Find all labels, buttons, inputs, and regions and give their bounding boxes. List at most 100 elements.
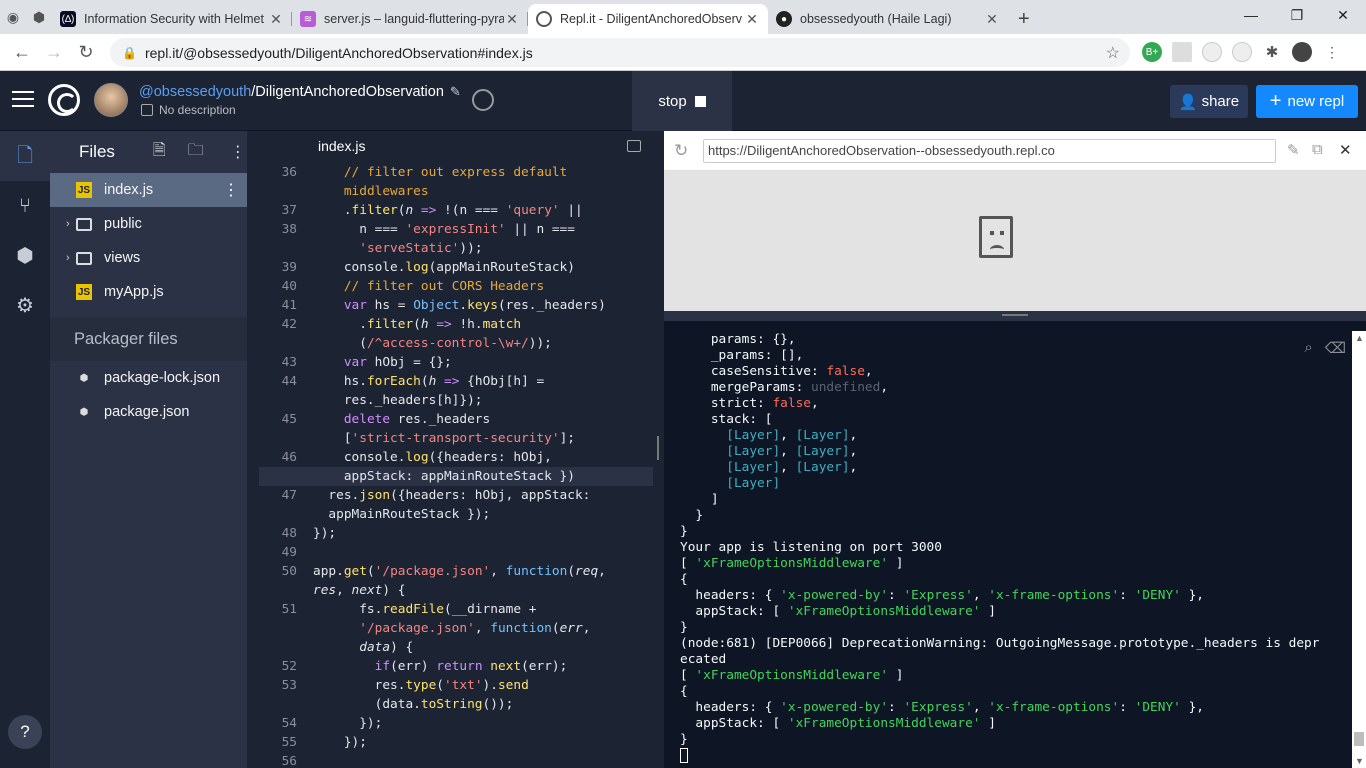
package-icon: ⬢	[79, 406, 89, 418]
user-link[interactable]: @obsessedyouth	[139, 84, 251, 100]
pencil-icon[interactable]: ✎	[450, 84, 461, 99]
webview-canvas[interactable]	[664, 171, 1366, 311]
back-icon[interactable]: ←	[6, 42, 38, 63]
packages-icon[interactable]: ⬢	[12, 243, 38, 269]
share-button[interactable]: 👤 share	[1170, 85, 1248, 118]
code-lines[interactable]: 36 // filter out express default middlew…	[259, 163, 653, 768]
file-item-myapp-js[interactable]: JS myApp.js	[50, 275, 247, 309]
console-pane[interactable]: ⌕ ⌫ params: {}, _params: [], caseSensiti…	[664, 321, 1366, 768]
bookmark-star-icon[interactable]: ☆	[1106, 43, 1120, 63]
folder-icon	[76, 251, 92, 265]
pane-divider[interactable]	[664, 311, 1366, 321]
browser-tab-2[interactable]: ≋ server.js – languid-fluttering-pyra ✕	[292, 4, 528, 34]
close-tab-icon[interactable]: ✕	[744, 11, 760, 28]
version-control-icon[interactable]: ⑂	[12, 193, 38, 219]
replit-logo[interactable]	[48, 84, 80, 116]
settings-gear-icon[interactable]: ⚙	[12, 293, 38, 319]
browser-tab-3[interactable]: Repl.it - DiligentAnchoredObserv ✕	[528, 4, 768, 34]
console-scrollbar[interactable]: ▲ ▼	[1352, 331, 1366, 768]
extension-icon[interactable]	[1232, 42, 1252, 62]
profile-avatar[interactable]	[1292, 42, 1312, 62]
file-item-package-json[interactable]: ⬢ package.json	[50, 395, 247, 429]
chevron-right-icon: ›	[66, 252, 70, 264]
description-icon	[141, 104, 153, 116]
stop-button[interactable]: stop	[632, 71, 732, 131]
extensions-bar: B+ ✱ ⋮	[1142, 42, 1342, 62]
webview-url-field[interactable]: https://DiligentAnchoredObservation--obs…	[703, 139, 1276, 163]
packager-files-header: Packager files	[50, 317, 247, 361]
file-item-package-lock[interactable]: ⬢ package-lock.json	[50, 361, 247, 395]
console-line: ecated	[680, 652, 727, 667]
editor-tab-index-js[interactable]: index.js	[298, 131, 386, 163]
editor-tabs: index.js	[259, 131, 653, 163]
console-line: Your app is listening on port 3000	[680, 540, 942, 555]
close-icon[interactable]: ✕	[1339, 141, 1352, 159]
forward-icon[interactable]: →	[38, 42, 70, 63]
file-tree: Files 🗎 🗀 ⋮ JS index.js ⋮ › public › vie…	[50, 131, 247, 768]
minimize-icon[interactable]: —	[1228, 0, 1274, 30]
console-tools: ⌕ ⌫	[1304, 339, 1346, 357]
extension-icon[interactable]	[1202, 42, 1222, 62]
console-cursor	[680, 748, 688, 763]
edit-icon[interactable]: ✎	[1287, 141, 1300, 159]
browser-tab-4[interactable]: ● obsessedyouth (Haile Lagi) ✕	[768, 4, 1008, 34]
avatar[interactable]	[94, 83, 128, 117]
search-icon[interactable]: ⌕	[1304, 339, 1312, 357]
puzzle-icon[interactable]: ✱	[1262, 42, 1282, 62]
new-folder-icon[interactable]: 🗀	[188, 139, 204, 166]
refresh-icon[interactable]: ↻	[674, 141, 688, 161]
extension-tab-icon[interactable]: ⬢	[26, 0, 52, 34]
replit-icon	[536, 11, 552, 27]
pane-divider[interactable]	[247, 131, 259, 768]
menu-dots-icon[interactable]: ⋮	[1322, 42, 1342, 62]
webview-toolbar: ↻ https://DiligentAnchoredObservation--o…	[664, 131, 1366, 171]
browser-tab-1[interactable]: (∆) Information Security with Helmet ✕	[52, 4, 292, 34]
close-tab-icon[interactable]: ✕	[268, 11, 284, 28]
folder-item-views[interactable]: › views	[50, 241, 247, 275]
left-icon-bar: 🗋 ⑂ ⬢ ⚙ ?	[0, 131, 50, 768]
history-icon[interactable]	[472, 89, 494, 111]
github-icon: ●	[776, 11, 792, 27]
help-button[interactable]: ?	[8, 715, 42, 749]
files-icon[interactable]: 🗋	[12, 143, 38, 169]
reload-icon[interactable]: ↻	[70, 42, 102, 63]
scrollbar-thumb[interactable]	[1354, 732, 1364, 746]
maximize-icon[interactable]: ❐	[1274, 0, 1320, 30]
repl-description[interactable]: No description	[141, 103, 236, 117]
hamburger-menu-icon[interactable]	[12, 91, 34, 107]
package-icon: ⬢	[79, 372, 89, 384]
scroll-up-icon[interactable]: ▲	[1355, 333, 1364, 343]
pane-divider[interactable]	[653, 131, 664, 768]
extension-b-icon[interactable]: B+	[1142, 42, 1162, 62]
repl-title: @obsessedyouth/DiligentAnchoredObservati…	[139, 84, 461, 100]
file-item-index-js[interactable]: JS index.js ⋮	[50, 173, 247, 207]
tab-search-icon[interactable]: ◉	[0, 0, 26, 34]
clear-console-icon[interactable]: ⌫	[1325, 339, 1346, 357]
open-new-tab-icon[interactable]: ⧉	[1312, 141, 1323, 158]
file-menu-icon[interactable]: ⋮	[223, 180, 239, 200]
close-window-icon[interactable]: ✕	[1320, 0, 1366, 30]
code-editor[interactable]: index.js 36 // filter out express defaul…	[259, 131, 653, 768]
stop-square-icon	[694, 95, 706, 107]
folder-icon	[76, 217, 92, 231]
console-output: params: {}, _params: [], caseSensitive: …	[664, 321, 1366, 765]
console-line: (node:681) [DEP0066] DeprecationWarning:…	[680, 636, 1320, 651]
folder-item-public[interactable]: › public	[50, 207, 247, 241]
new-repl-button[interactable]: + new repl	[1256, 85, 1358, 118]
repl-header: @obsessedyouth/DiligentAnchoredObservati…	[0, 71, 1366, 131]
address-bar[interactable]: 🔒 repl.it/@obsessedyouth/DiligentAnchore…	[110, 38, 1130, 67]
new-tab-icon[interactable]: +	[1018, 4, 1030, 34]
glitch-icon: ≋	[300, 11, 316, 27]
sad-file-icon	[979, 216, 1013, 258]
add-user-icon: 👤	[1178, 93, 1198, 111]
new-file-icon[interactable]: 🗎	[153, 139, 166, 166]
minimap-toggle-icon[interactable]	[627, 140, 641, 152]
close-tab-icon[interactable]: ✕	[504, 11, 520, 28]
js-file-icon: JS	[76, 284, 92, 300]
chevron-right-icon: ›	[66, 218, 70, 230]
scroll-down-icon[interactable]: ▼	[1355, 756, 1364, 766]
plus-icon: +	[1269, 90, 1282, 112]
more-options-icon[interactable]: ⋮	[230, 142, 246, 162]
close-tab-icon[interactable]: ✕	[984, 11, 1000, 28]
reader-icon[interactable]	[1172, 42, 1192, 62]
